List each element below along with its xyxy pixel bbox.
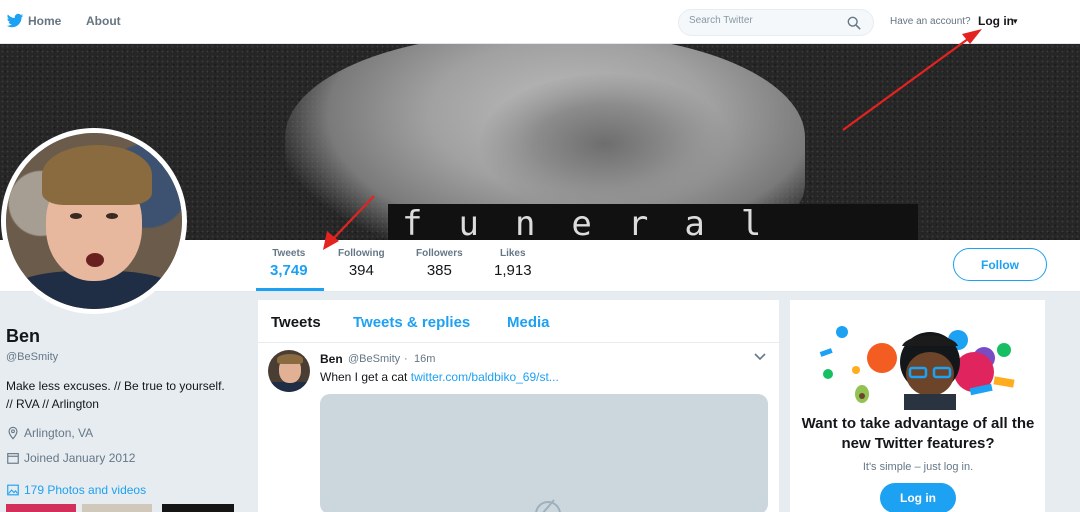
gif-loading-icon [535, 499, 561, 512]
stat-tweets-label: Tweets [272, 248, 306, 259]
search-box[interactable] [678, 9, 874, 36]
profile-avatar[interactable] [1, 128, 187, 314]
tab-tweets[interactable]: Tweets [271, 314, 321, 331]
tweet-text: When I get a cat twitter.com/baldbiko_69… [320, 370, 559, 384]
stat-following-label: Following [338, 248, 385, 259]
stat-followers[interactable]: Followers 385 [416, 248, 463, 279]
tweet-author-avatar[interactable] [268, 350, 310, 392]
stat-likes-label: Likes [499, 248, 526, 259]
nav-home-link[interactable]: Home [28, 14, 61, 28]
tweet-separator: · [404, 353, 408, 365]
promo-subtitle: It's simple – just log in. [862, 461, 974, 473]
profile-bio-line: // RVA // Arlington [6, 397, 99, 411]
tweet-author-name[interactable]: Ben [320, 352, 343, 366]
tweet-body: When I get a cat [320, 370, 408, 384]
have-account-text: Have an account? [890, 16, 971, 27]
profile-joined-text: Joined January 2012 [24, 451, 136, 465]
location-pin-icon [8, 426, 18, 440]
chevron-down-icon[interactable] [754, 352, 766, 362]
stat-following[interactable]: Following 394 [338, 248, 385, 279]
twitter-bird-icon[interactable] [6, 12, 24, 30]
stat-following-value: 394 [348, 262, 374, 279]
stat-likes[interactable]: Likes 1,913 [494, 248, 532, 279]
top-navigation-bar: Home About Have an account? Log in ▾ [0, 0, 1080, 44]
profile-name[interactable]: Ben [6, 326, 40, 347]
login-dropdown-link[interactable]: Log in [978, 14, 1014, 28]
login-promo-card: Want to take advantage of all the new Tw… [790, 300, 1045, 512]
tweet-author-handle[interactable]: @BeSmity [348, 353, 400, 365]
tab-tweets-and-replies[interactable]: Tweets & replies [353, 314, 470, 331]
tab-media[interactable]: Media [507, 314, 550, 331]
search-icon[interactable] [847, 16, 861, 30]
tweet-media-placeholder[interactable] [320, 394, 768, 512]
promo-login-button[interactable]: Log in [880, 483, 956, 512]
photo-icon [7, 484, 19, 496]
tweet-link[interactable]: twitter.com/baldbiko_69/st... [411, 370, 559, 384]
banner-statue-face [480, 74, 730, 214]
timeline-panel: Tweets Tweets & replies Media Ben @BeSmi… [258, 300, 779, 512]
timeline-tabs: Tweets Tweets & replies Media [258, 300, 779, 343]
search-input[interactable] [689, 15, 839, 26]
tweet-avatar-shirt [268, 382, 310, 392]
stat-followers-value: 385 [426, 262, 452, 279]
banner-caption: funeral [402, 204, 798, 240]
photo-thumbnail[interactable] [82, 504, 152, 512]
profile-location-text: Arlington, VA [24, 426, 94, 440]
follow-button[interactable]: Follow [953, 248, 1047, 281]
avatar-eye [70, 213, 82, 219]
profile-bio-line: Make less excuses. // Be true to yoursel… [6, 379, 225, 393]
nav-about-link[interactable]: About [86, 14, 121, 28]
active-tab-underline [256, 288, 324, 291]
stat-followers-label: Followers [416, 248, 463, 259]
tweet-timestamp[interactable]: 16m [414, 353, 435, 365]
calendar-icon [7, 453, 19, 464]
photo-thumbnail[interactable] [162, 504, 234, 512]
avatar-hair [42, 145, 152, 205]
photos-videos-text[interactable]: 179 Photos and videos [24, 483, 146, 497]
illustration-icon [819, 326, 1015, 410]
stat-tweets-value: 3,749 [270, 262, 308, 279]
chevron-down-icon[interactable]: ▾ [1013, 16, 1018, 27]
profile-bio: Make less excuses. // Be true to yoursel… [6, 377, 246, 413]
tweet-avatar-hair [277, 354, 303, 364]
avatar-mouth [86, 253, 104, 267]
avatar-eye [106, 213, 118, 219]
photos-videos-link[interactable]: 179 Photos and videos [6, 483, 146, 497]
stat-likes-value: 1,913 [494, 262, 532, 279]
profile-joined: Joined January 2012 [6, 451, 135, 465]
photo-thumbnail[interactable] [6, 504, 76, 512]
promo-title: Want to take advantage of all the new Tw… [801, 415, 1035, 452]
profile-handle[interactable]: @BeSmity [6, 351, 58, 363]
stat-tweets[interactable]: Tweets 3,749 [270, 248, 308, 279]
avatar-photo [6, 133, 182, 309]
profile-location: Arlington, VA [6, 426, 93, 440]
